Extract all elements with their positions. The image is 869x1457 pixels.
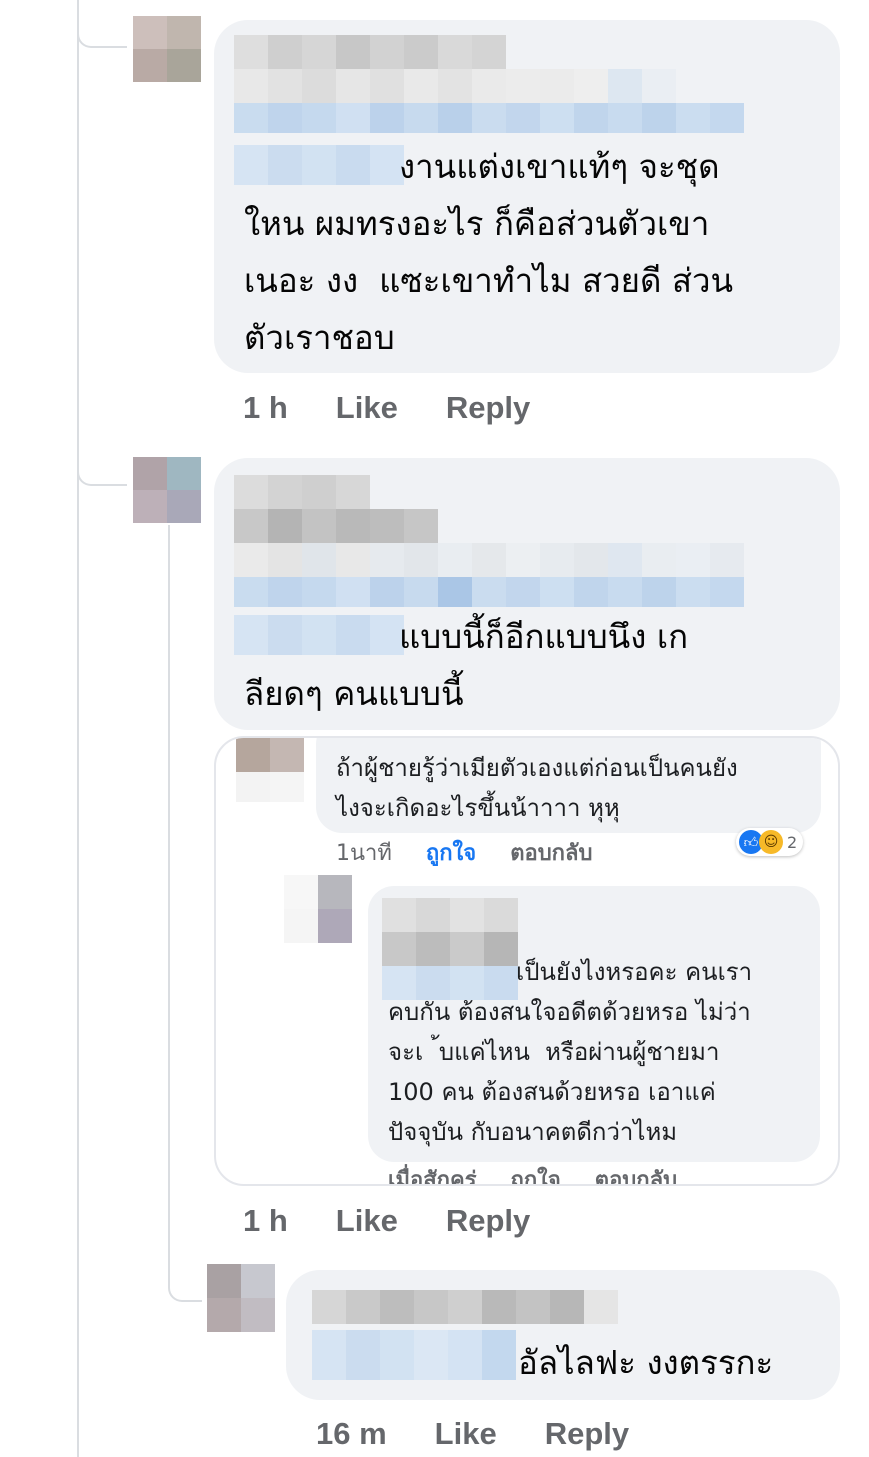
- comment-bubble: แบบนี้ก็อีกแบบนึง เก ลียดๆ คนแบบนี้: [214, 458, 840, 730]
- comment-time[interactable]: 16 m: [316, 1416, 387, 1452]
- screenshot-reply-first-line: เป็นยังไงหรอคะ คนเรา: [516, 958, 753, 986]
- haha-reaction-icon: ☺︎: [759, 830, 783, 854]
- redacted-text: [234, 509, 438, 543]
- comment-text: อัลไลฟะ งงตรรกะ: [518, 1343, 774, 1382]
- attached-screenshot[interactable]: ถ้าผู้ชายรู้ว่าเมียตัวเองแต่ก่อนเป็นคนยั…: [214, 736, 840, 1186]
- comment-bubble: งานแต่งเขาแท้ๆ จะชุด ใหน ผมทรงอะไร ก็คือ…: [214, 20, 840, 373]
- redacted-name: [382, 932, 518, 966]
- screenshot-reply-actions: เมื่อสักครู่ ถูกใจ ตอบกลับ: [388, 1162, 678, 1186]
- avatar-lower-redacted: [236, 772, 304, 802]
- screenshot-reply-time: เมื่อสักครู่: [388, 1168, 477, 1186]
- reply-button[interactable]: Reply: [446, 1203, 530, 1239]
- screenshot-reply-label: ตอบกลับ: [594, 1168, 678, 1186]
- commenter-name-redacted[interactable]: [234, 35, 506, 69]
- reply-button[interactable]: Reply: [545, 1416, 629, 1452]
- comment-actions: 1 h Like Reply: [243, 1203, 530, 1239]
- comment-time[interactable]: 1 h: [243, 1203, 288, 1239]
- screenshot-reply-label: ตอบกลับ: [510, 841, 593, 866]
- screenshot-like-label: ถูกใจ: [425, 841, 477, 866]
- like-button[interactable]: Like: [435, 1416, 497, 1452]
- screenshot-comment-bubble: ถ้าผู้ชายรู้ว่าเมียตัวเองแต่ก่อนเป็นคนยั…: [316, 738, 821, 833]
- comment-text: งานแต่งเขาแท้ๆ จะชุด ใหน ผมทรงอะไร ก็คือ…: [244, 147, 734, 357]
- redacted-text: [234, 69, 676, 103]
- thread-connector-2: [77, 440, 127, 486]
- redacted-tag: [234, 577, 744, 611]
- reaction-summary: 👍︎ ☺︎ 2: [736, 828, 804, 856]
- thread-connector-3: [168, 1250, 202, 1302]
- avatar[interactable]: [133, 16, 201, 82]
- thread-line-main: [77, 0, 79, 1457]
- reaction-count: 2: [787, 832, 798, 852]
- redacted-tag: [234, 103, 744, 137]
- screenshot-reply-text: คบกัน ต้องสนใจอดีตด้วยหรอ ไม่ว่า จะเ ้บแ…: [388, 998, 751, 1146]
- mention-redacted[interactable]: [312, 1330, 516, 1380]
- thread-line-nested: [168, 525, 170, 1275]
- commenter-name-redacted[interactable]: [312, 1290, 618, 1324]
- redacted-text: [234, 543, 744, 577]
- screenshot-reply-bubble: เป็นยังไงหรอคะ คนเรา คบกัน ต้องสนใจอดีตด…: [368, 886, 820, 1162]
- avatar[interactable]: [133, 457, 201, 523]
- redacted-name: [382, 898, 518, 932]
- comment-bubble: อัลไลฟะ งงตรรกะ: [286, 1270, 840, 1400]
- screenshot-like-label: ถูกใจ: [510, 1168, 561, 1186]
- screenshot-comment-actions: 1นาที ถูกใจ ตอบกลับ: [336, 835, 592, 870]
- avatar[interactable]: [207, 1264, 275, 1332]
- avatar: [284, 875, 352, 943]
- like-button[interactable]: Like: [336, 1203, 398, 1239]
- screenshot-comment-text: ถ้าผู้ชายรู้ว่าเมียตัวเองแต่ก่อนเป็นคนยั…: [336, 754, 738, 822]
- thread-connector-1: [77, 0, 127, 48]
- comment-time[interactable]: 1 h: [243, 390, 288, 426]
- comment-text: แบบนี้ก็อีกแบบนึง เก ลียดๆ คนแบบนี้: [244, 617, 689, 713]
- avatar: [236, 738, 304, 772]
- commenter-name-redacted[interactable]: [234, 475, 370, 509]
- comment-actions: 16 m Like Reply: [316, 1416, 629, 1452]
- screenshot-comment-time: 1นาที: [336, 841, 392, 866]
- comment-actions: 1 h Like Reply: [243, 390, 530, 426]
- like-button[interactable]: Like: [336, 390, 398, 426]
- reply-button[interactable]: Reply: [446, 390, 530, 426]
